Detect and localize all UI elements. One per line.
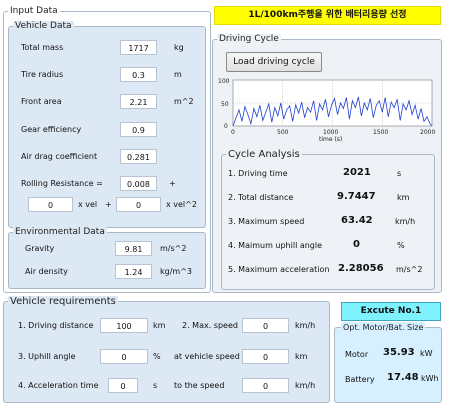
gravity-unit: m/s^2: [160, 244, 187, 253]
driving-distance-label: 1. Driving distance: [18, 321, 94, 330]
max-speed-label: 3. Maximum speed: [228, 217, 305, 226]
gravity-field[interactable]: 9.81: [115, 241, 152, 256]
motor-value: 35.93: [383, 347, 415, 358]
battery-value: 17.48: [387, 372, 419, 383]
x-tick-0: 0: [231, 129, 235, 136]
rolling-resistance-label: Rolling Resistance =: [21, 179, 103, 188]
accel-time-label: 4. Acceleration time: [18, 381, 99, 390]
y-tick-100: 100: [218, 78, 230, 85]
environmental-data-panel: Environmental Data Gravity 9.81 m/s^2 Ai…: [8, 227, 206, 289]
execute-button[interactable]: Excute No.1: [341, 302, 441, 321]
max-speed-req-label: 2. Max. speed: [182, 321, 238, 330]
y-tick-0: 0: [224, 123, 228, 130]
battery-unit: kWh: [421, 374, 439, 383]
total-distance-value: 9.7447: [337, 191, 376, 202]
gear-efficiency-label: Gear efficiency: [21, 125, 82, 134]
air-density-label: Air density: [25, 267, 68, 276]
cycle-analysis-legend: Cycle Analysis: [226, 149, 302, 160]
gear-efficiency-field[interactable]: 0.9: [120, 122, 157, 137]
opt-size-legend: Opt. Motor/Bat. Size: [341, 322, 426, 333]
rolling-plus-1: +: [169, 179, 176, 188]
uphill-angle-unit: %: [153, 352, 161, 361]
total-distance-unit: km: [397, 193, 410, 202]
driving-time-value: 2021: [343, 167, 371, 178]
at-vehicle-speed-field[interactable]: 0: [242, 349, 289, 364]
total-distance-label: 2. Total distance: [228, 193, 294, 202]
front-area-unit: m^2: [174, 97, 194, 106]
tire-radius-unit: m: [174, 70, 182, 79]
x-tick-500: 500: [277, 129, 289, 136]
battery-label: Battery: [345, 375, 375, 384]
front-area-label: Front area: [21, 97, 62, 106]
tire-radius-field[interactable]: 0.3: [120, 67, 157, 82]
cycle-analysis-panel: Cycle Analysis 1. Driving time 2021 s 2.…: [221, 149, 435, 290]
x-tick-1500: 1500: [373, 129, 388, 136]
uphill-angle-label: 3. Uphill angle: [18, 352, 76, 361]
y-tick-50: 50: [221, 101, 229, 108]
rolling-vel2-label: x vel^2: [166, 200, 197, 209]
app-title-banner: 1L/100km주행을 위한 배터리용량 선정: [214, 6, 441, 25]
rolling-vel-label: x vel: [78, 200, 98, 209]
environmental-data-legend: Environmental Data: [13, 227, 107, 238]
driving-time-label: 1. Driving time: [228, 169, 288, 178]
tire-radius-label: Tire radius: [21, 70, 64, 79]
driving-cycle-legend: Driving Cycle: [217, 34, 281, 45]
at-vehicle-speed-label: at vehicle speed: [174, 352, 240, 361]
max-uphill-value: 0: [353, 239, 360, 250]
motor-label: Motor: [345, 350, 369, 359]
x-axis-label: time (s): [319, 136, 342, 143]
driving-cycle-panel: Driving Cycle Load driving cycle 100 50 …: [212, 34, 442, 293]
vehicle-data-panel: Vehicle Data Total mass 1717 kg Tire rad…: [8, 21, 206, 228]
max-uphill-unit: %: [397, 241, 405, 250]
air-drag-label: Air drag coefficient: [21, 152, 98, 161]
driving-time-unit: s: [397, 169, 402, 178]
vehicle-data-legend: Vehicle Data: [13, 21, 74, 32]
motor-unit: kW: [420, 349, 433, 358]
to-the-speed-unit: km/h: [295, 381, 316, 390]
to-the-speed-label: to the speed: [174, 381, 225, 390]
accel-time-unit: s: [153, 381, 158, 390]
max-speed-value: 63.42: [341, 215, 373, 226]
total-mass-field[interactable]: 1717: [120, 40, 157, 55]
driving-cycle-chart: 100 50 0 0 500 1000 1500 2000 time (s): [218, 78, 435, 143]
load-driving-cycle-button[interactable]: Load driving cycle: [226, 52, 322, 72]
rolling-vel-coef-field[interactable]: 0: [28, 197, 73, 212]
max-uphill-label: 4. Maimum uphill angle: [228, 241, 323, 250]
driving-distance-field[interactable]: 100: [100, 318, 148, 333]
opt-size-panel: Opt. Motor/Bat. Size Motor 35.93 kW Batt…: [334, 322, 442, 403]
vehicle-requirements-panel: Vehicle requirements 1. Driving distance…: [3, 296, 330, 403]
max-accel-value: 2.28056: [338, 263, 384, 274]
x-tick-1000: 1000: [323, 129, 338, 136]
gravity-label: Gravity: [25, 244, 55, 253]
uphill-angle-field[interactable]: 0: [100, 349, 148, 364]
to-the-speed-field[interactable]: 0: [242, 378, 289, 393]
at-vehicle-speed-unit: km: [295, 352, 308, 361]
total-mass-unit: kg: [174, 43, 184, 52]
max-accel-label: 5. Maximum acceleration: [228, 265, 330, 274]
accel-time-field[interactable]: 0: [108, 378, 138, 393]
total-mass-label: Total mass: [21, 43, 64, 52]
max-speed-unit: km/h: [395, 217, 416, 226]
driving-distance-unit: km: [153, 321, 166, 330]
front-area-field[interactable]: 2.21: [120, 94, 157, 109]
max-speed-req-field[interactable]: 0: [242, 318, 289, 333]
max-speed-req-unit: km/h: [295, 321, 316, 330]
air-density-unit: kg/m^3: [160, 267, 192, 276]
input-data-panel: Input Data Vehicle Data Total mass 1717 …: [3, 6, 211, 293]
rolling-vel2-coef-field[interactable]: 0: [116, 197, 161, 212]
rolling-resistance-field[interactable]: 0.008: [120, 176, 157, 191]
max-accel-unit: m/s^2: [396, 265, 423, 274]
rolling-plus-2: +: [105, 200, 112, 209]
x-tick-2000: 2000: [420, 129, 435, 136]
vehicle-requirements-legend: Vehicle requirements: [8, 296, 118, 307]
input-data-legend: Input Data: [8, 6, 60, 17]
air-drag-field[interactable]: 0.281: [120, 149, 157, 164]
air-density-field[interactable]: 1.24: [115, 264, 152, 279]
